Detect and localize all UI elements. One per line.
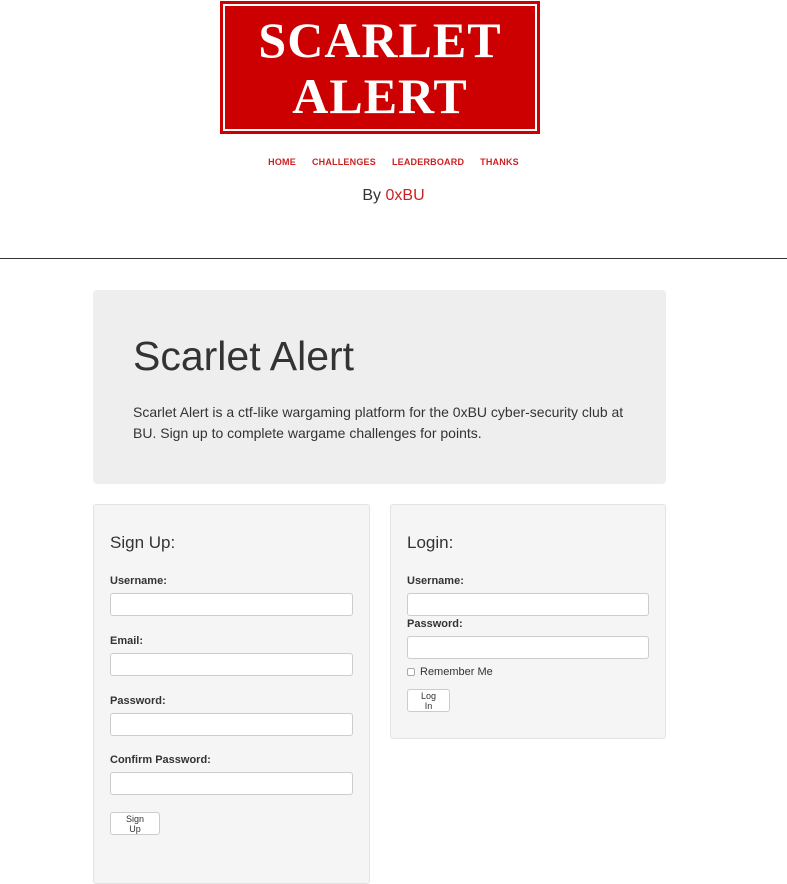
nav-link-home[interactable]: HOME (268, 157, 296, 167)
signup-email-input[interactable] (110, 653, 353, 676)
login-username-input[interactable] (407, 593, 649, 616)
login-username-label: Username: (407, 575, 464, 587)
login-password-label: Password: (407, 618, 463, 630)
intro-title: Scarlet Alert (133, 333, 355, 379)
signup-email-label: Email: (110, 635, 144, 647)
remember-me[interactable]: Remember Me (407, 666, 493, 678)
logo-frame: SCARLET ALERT (223, 4, 537, 131)
byline-prefix: By (362, 187, 386, 204)
login-password-input[interactable] (407, 636, 649, 659)
intro-jumbotron: Scarlet Alert Scarlet Alert is a ctf-lik… (93, 290, 666, 484)
nav-link-challenges[interactable]: CHALLENGES (312, 157, 376, 167)
signup-password-label: Password: (110, 695, 166, 707)
logo-text-line2: ALERT (292, 67, 468, 124)
nav-link-thanks[interactable]: THANKS (480, 157, 519, 167)
logo-text-line1: SCARLET (258, 11, 502, 68)
login-heading: Login: (407, 533, 454, 552)
header-divider (0, 258, 787, 259)
signup-button[interactable]: Sign Up (110, 812, 160, 835)
signup-confirm-password-input[interactable] (110, 772, 353, 795)
nav-link-leaderboard[interactable]: LEADERBOARD (392, 157, 464, 167)
signup-panel: Sign Up: Username: Email: Password: Conf… (93, 504, 370, 884)
site-logo[interactable]: SCARLET ALERT (220, 1, 540, 134)
byline: By 0xBU (0, 187, 787, 205)
login-button[interactable]: Log In (407, 689, 450, 712)
signup-username-label: Username: (110, 575, 167, 587)
login-panel: Login: Username: Password: Remember Me L… (390, 504, 666, 739)
main-nav: HOME CHALLENGES LEADERBOARD THANKS (0, 157, 787, 167)
signup-confirm-password-label: Confirm Password: (110, 754, 211, 766)
remember-me-label: Remember Me (420, 666, 493, 678)
signup-heading: Sign Up: (110, 533, 176, 552)
intro-description: Scarlet Alert is a ctf-like wargaming pl… (133, 404, 624, 441)
signup-username-input[interactable] (110, 593, 353, 616)
byline-club-link[interactable]: 0xBU (386, 187, 425, 204)
remember-me-checkbox[interactable] (407, 668, 415, 676)
signup-password-input[interactable] (110, 713, 353, 736)
